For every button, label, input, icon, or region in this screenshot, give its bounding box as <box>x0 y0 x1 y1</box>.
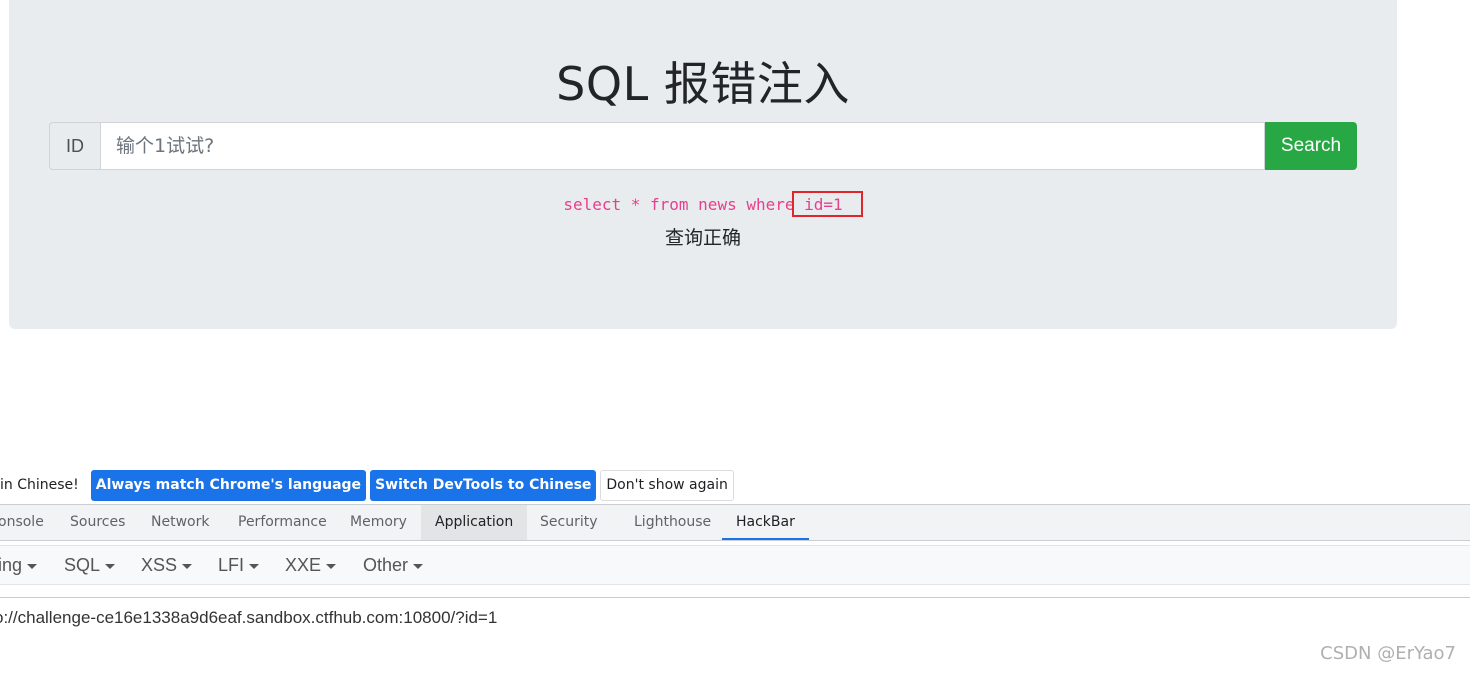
hackbar-menu-lfi[interactable]: LFI <box>218 546 260 584</box>
hackbar-url-textarea[interactable]: o://challenge-ce16e1338a9d6eaf.sandbox.c… <box>0 597 1470 674</box>
highlight-annotation-box <box>792 191 863 217</box>
csdn-watermark: CSDN @ErYao7 <box>1320 643 1456 664</box>
dont-show-again-button[interactable]: Don't show again <box>600 469 734 501</box>
caret-down-icon <box>105 563 116 569</box>
tab-application[interactable]: Application <box>421 505 528 540</box>
tab-hackbar[interactable]: HackBar <box>722 505 809 540</box>
tab-security[interactable]: Security <box>540 505 598 540</box>
tab-performance[interactable]: Performance <box>238 505 327 540</box>
caret-down-icon <box>413 563 424 569</box>
page-title: SQL 报错注入 <box>556 57 850 111</box>
hackbar-menu-sql[interactable]: SQL <box>64 546 116 584</box>
caret-down-icon <box>249 563 260 569</box>
infobar-message: in Chinese! <box>0 477 79 493</box>
hackbar-menu-xss[interactable]: XSS <box>141 546 193 584</box>
tab-memory[interactable]: Memory <box>350 505 407 540</box>
hackbar-toolbar: ing SQL XSS LFI XXE Other <box>0 545 1470 585</box>
switch-devtools-chinese-button[interactable]: Switch DevTools to Chinese <box>370 469 597 501</box>
search-input-group: ID Search <box>49 122 1357 170</box>
tab-lighthouse[interactable]: Lighthouse <box>634 505 711 540</box>
jumbotron: SQL 报错注入 ID Search select * from news wh… <box>9 0 1397 329</box>
hackbar-url-text: o://challenge-ce16e1338a9d6eaf.sandbox.c… <box>0 608 498 627</box>
caret-down-icon <box>326 563 337 569</box>
devtools-tabbar: onsole Sources Network Performance Memor… <box>0 504 1470 541</box>
tab-network[interactable]: Network <box>151 505 209 540</box>
hackbar-menu-xxe[interactable]: XXE <box>285 546 337 584</box>
hackbar-menu-encoding[interactable]: ing <box>0 546 38 584</box>
id-addon-label: ID <box>49 122 100 170</box>
devtools-language-infobar: in Chinese! Always match Chrome's langua… <box>0 469 734 501</box>
tab-console[interactable]: onsole <box>0 505 44 540</box>
query-result-text: 查询正确 <box>664 227 741 249</box>
search-button[interactable]: Search <box>1265 122 1357 170</box>
sql-query-text: select * from news where id=1 <box>563 195 843 214</box>
always-match-language-button[interactable]: Always match Chrome's language <box>90 469 367 501</box>
hackbar-menu-other[interactable]: Other <box>363 546 424 584</box>
tab-sources[interactable]: Sources <box>70 505 125 540</box>
caret-down-icon <box>27 563 38 569</box>
caret-down-icon <box>182 563 193 569</box>
id-search-input[interactable] <box>100 122 1265 170</box>
